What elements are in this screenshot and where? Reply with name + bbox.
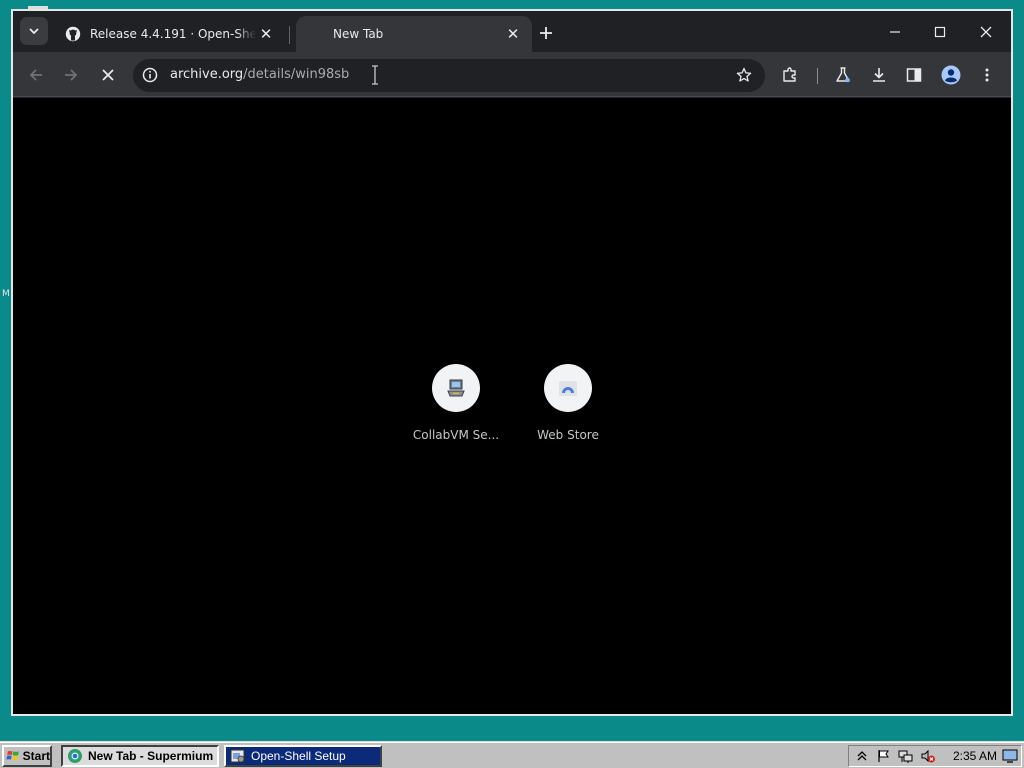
browser-window: Release 4.4.191 · Open-Shell/Ope ✕ New T… xyxy=(11,9,1013,716)
more-vertical-icon xyxy=(985,68,989,82)
address-bar[interactable]: archive.org/details/win98sb xyxy=(133,59,765,92)
shortcut-collabvm[interactable]: CollabVM Se... xyxy=(400,364,512,442)
url-path: /details/win98sb xyxy=(243,67,350,82)
shortcut-web-store[interactable]: Web Store xyxy=(512,364,624,442)
maximize-icon xyxy=(934,26,946,38)
setup-icon xyxy=(230,748,246,764)
labs-button[interactable] xyxy=(829,61,857,89)
download-icon xyxy=(873,68,885,82)
close-tab-icon[interactable]: ✕ xyxy=(504,25,522,43)
back-button[interactable] xyxy=(22,61,50,89)
minimize-icon xyxy=(890,31,900,33)
system-tray: 2:35 AM xyxy=(848,745,1022,767)
tab-search-button[interactable] xyxy=(20,17,48,45)
task-label: Open-Shell Setup xyxy=(251,749,346,763)
taskbar: Start New Tab - Supermium Open-Shell Set… xyxy=(0,741,1024,768)
tab-title: New Tab xyxy=(333,27,384,41)
site-info-icon[interactable] xyxy=(141,66,159,84)
network-icon[interactable] xyxy=(897,747,915,765)
windows-logo-icon xyxy=(6,750,19,761)
new-tab-page: CollabVM Se... Web Store xyxy=(13,98,1011,714)
maximize-button[interactable] xyxy=(920,17,960,47)
desktop-peek-icon[interactable] xyxy=(1001,747,1019,768)
taskbar-item-supermium[interactable]: New Tab - Supermium xyxy=(61,745,219,767)
start-label: Start xyxy=(22,749,50,763)
show-hidden-icon[interactable] xyxy=(853,747,871,765)
new-tab-button[interactable] xyxy=(533,20,559,46)
extensions-button[interactable] xyxy=(776,61,804,89)
desktop-edge-glyph: M xyxy=(2,289,10,299)
shortcut-tile xyxy=(544,364,592,412)
menu-button[interactable] xyxy=(973,61,1001,89)
github-icon xyxy=(65,26,81,42)
shortcut-label: Web Store xyxy=(537,428,599,442)
flask-icon xyxy=(836,67,850,83)
stop-loading-button[interactable] xyxy=(94,61,122,89)
start-button[interactable]: Start xyxy=(2,745,52,767)
close-window-button[interactable] xyxy=(966,17,1006,47)
shortcut-label: CollabVM Se... xyxy=(412,428,500,442)
tab-new-tab[interactable]: New Tab ✕ xyxy=(296,16,532,52)
bookmark-star-icon[interactable] xyxy=(735,66,753,84)
browser-toolbar: archive.org/details/win98sb xyxy=(13,52,1011,97)
arrow-left-icon xyxy=(29,69,42,81)
minimize-button[interactable] xyxy=(875,17,915,47)
tab-divider xyxy=(289,26,290,44)
supermium-icon xyxy=(67,748,83,764)
task-label: New Tab - Supermium xyxy=(88,749,214,763)
flag-icon[interactable] xyxy=(875,747,893,765)
arrow-right-icon xyxy=(65,69,78,81)
address-text[interactable]: archive.org/details/win98sb xyxy=(170,67,349,82)
clock[interactable]: 2:35 AM xyxy=(953,749,997,763)
chevron-down-icon xyxy=(29,28,39,35)
url-host: archive.org xyxy=(170,67,244,82)
side-panel-button[interactable] xyxy=(900,61,928,89)
volume-muted-icon[interactable] xyxy=(919,747,937,765)
plus-icon xyxy=(540,27,552,39)
tab-release[interactable]: Release 4.4.191 · Open-Shell/Ope ✕ xyxy=(57,16,285,52)
downloads-button[interactable] xyxy=(865,61,893,89)
profile-avatar-icon xyxy=(941,65,961,85)
close-icon xyxy=(980,26,992,38)
stop-icon xyxy=(102,69,114,81)
forward-button[interactable] xyxy=(57,61,85,89)
side-panel-icon xyxy=(906,68,922,82)
profile-button[interactable] xyxy=(937,61,965,89)
puzzle-icon xyxy=(783,67,796,82)
web-store-icon xyxy=(559,381,577,396)
toolbar-separator xyxy=(817,68,818,84)
tab-strip: Release 4.4.191 · Open-Shell/Ope ✕ New T… xyxy=(13,11,1011,52)
text-cursor-icon xyxy=(372,65,378,85)
tab-title: Release 4.4.191 · Open-Shell/Ope xyxy=(90,27,256,41)
taskbar-item-open-shell-setup[interactable]: Open-Shell Setup xyxy=(224,745,382,767)
close-tab-icon[interactable]: ✕ xyxy=(257,25,275,43)
shortcut-tile xyxy=(432,364,480,412)
new-tab-icon xyxy=(308,26,324,42)
collabvm-icon xyxy=(447,379,465,397)
